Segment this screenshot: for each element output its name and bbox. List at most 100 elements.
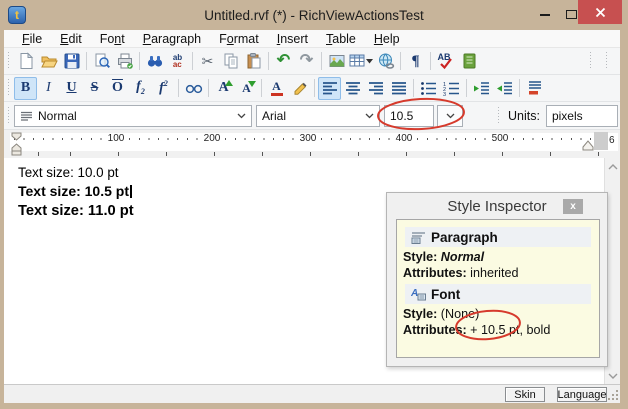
- language-button[interactable]: Language: [557, 387, 607, 402]
- menu-insert[interactable]: Insert: [269, 31, 316, 47]
- overline-icon: O: [112, 81, 123, 95]
- menu-paragraph[interactable]: Paragraph: [135, 31, 209, 47]
- bullet-list-button[interactable]: [417, 77, 440, 100]
- style-combo[interactable]: Normal: [14, 105, 252, 127]
- spell-check-button[interactable]: AB: [434, 50, 457, 73]
- decrease-indent-button[interactable]: [470, 77, 493, 100]
- italic-button[interactable]: I: [37, 77, 60, 100]
- thesaurus-panel-icon: [460, 52, 478, 70]
- paragraph-color-button[interactable]: [523, 77, 546, 100]
- bold-button[interactable]: B: [14, 77, 37, 100]
- toolbar-grip[interactable]: [605, 52, 608, 70]
- toolbar-grip[interactable]: [497, 107, 500, 125]
- grow-font-button[interactable]: A: [212, 77, 235, 100]
- minimize-icon: [540, 14, 550, 16]
- paste-icon: [245, 52, 263, 70]
- title-bar[interactable]: t Untitled.rvf (*) - RichViewActionsTest: [0, 0, 628, 30]
- font-size-dropdown-button[interactable]: [437, 105, 463, 127]
- bullet-list-icon: [420, 81, 437, 96]
- paste-button[interactable]: [242, 50, 265, 73]
- hyperlink-button[interactable]: [374, 50, 397, 73]
- align-center-button[interactable]: [341, 77, 364, 100]
- doc-line-10pt: Text size: 10.0 pt: [18, 164, 604, 182]
- toolbar-separator: [86, 52, 87, 70]
- show-paragraph-marks-button[interactable]: ¶: [404, 50, 427, 73]
- close-icon: [595, 7, 606, 18]
- toolbar-separator: [314, 79, 315, 97]
- find-binoculars-icon: [146, 52, 164, 70]
- combo-dropdown-button[interactable]: [234, 108, 249, 124]
- copy-button[interactable]: [219, 50, 242, 73]
- toolbar-grip[interactable]: [7, 107, 10, 125]
- close-button[interactable]: [578, 0, 622, 24]
- left-indent-marker[interactable]: [10, 132, 24, 157]
- minimize-button[interactable]: [532, 0, 558, 24]
- redo-button[interactable]: ↷: [295, 50, 318, 73]
- subscript-button[interactable]: f2: [129, 77, 152, 100]
- toolbar-grip[interactable]: [7, 52, 10, 70]
- scroll-up-button[interactable]: [605, 158, 621, 175]
- font-size-input[interactable]: 10.5: [384, 105, 434, 127]
- open-button[interactable]: [37, 50, 60, 73]
- shrink-font-button[interactable]: A: [235, 77, 258, 100]
- text-caret: [130, 185, 132, 198]
- cut-scissors-icon: ✂: [202, 54, 214, 68]
- ruler[interactable]: 100 200 300 400 500 6: [4, 130, 620, 158]
- menu-file[interactable]: File: [14, 31, 50, 47]
- undo-button[interactable]: ↶: [272, 50, 295, 73]
- align-right-button[interactable]: [364, 77, 387, 100]
- font-attributes-row: Attributes: + 10.5 pt, bold: [403, 322, 597, 338]
- style-inspector-close-button[interactable]: x: [563, 199, 583, 214]
- increase-indent-button[interactable]: [493, 77, 516, 100]
- new-document-button[interactable]: [14, 50, 37, 73]
- replace-button[interactable]: abac: [166, 50, 189, 73]
- arrow-down-icon: [248, 81, 256, 88]
- scroll-down-button[interactable]: [605, 367, 621, 384]
- toolbar-grip[interactable]: [589, 52, 592, 70]
- print-preview-button[interactable]: [90, 50, 113, 73]
- print-button[interactable]: [113, 50, 136, 73]
- font-combo[interactable]: Arial: [256, 105, 380, 127]
- highlight-button[interactable]: [288, 77, 311, 100]
- strikethrough-icon: S: [91, 81, 99, 95]
- menu-format[interactable]: Format: [211, 31, 267, 47]
- chevron-down-icon: [446, 113, 455, 119]
- undo-icon: ↶: [277, 53, 290, 69]
- font-color-button[interactable]: A: [265, 77, 288, 100]
- arrow-up-icon: [225, 80, 233, 87]
- save-button[interactable]: [60, 50, 83, 73]
- underline-button[interactable]: U: [60, 77, 83, 100]
- strikethrough-button[interactable]: S: [83, 77, 106, 100]
- units-combo[interactable]: pixels: [546, 105, 618, 127]
- menu-edit[interactable]: Edit: [52, 31, 90, 47]
- hyperlink-globe-icon: [377, 52, 395, 70]
- align-left-button[interactable]: [318, 77, 341, 100]
- text-style-button[interactable]: [182, 77, 205, 100]
- insert-table-button[interactable]: [348, 50, 374, 73]
- toolbar-separator: [519, 79, 520, 97]
- paragraph-section-header: Paragraph: [405, 227, 591, 247]
- svg-text:3: 3: [443, 92, 446, 96]
- toolbar-grip[interactable]: [7, 79, 10, 97]
- panel-button[interactable]: [457, 50, 480, 73]
- chevron-down-icon: [365, 113, 374, 119]
- combo-dropdown-button[interactable]: [362, 108, 377, 124]
- superscript-button[interactable]: f2: [152, 77, 175, 100]
- align-justify-button[interactable]: [387, 77, 410, 100]
- overline-button[interactable]: O: [106, 77, 129, 100]
- resize-grip[interactable]: [606, 388, 620, 402]
- toolbar-separator: [466, 79, 467, 97]
- insert-picture-button[interactable]: [325, 50, 348, 73]
- menu-help[interactable]: Help: [366, 31, 408, 47]
- copy-icon: [222, 52, 240, 70]
- numbered-list-button[interactable]: 123: [440, 77, 463, 100]
- right-indent-marker[interactable]: [582, 132, 608, 152]
- find-button[interactable]: [143, 50, 166, 73]
- skin-button[interactable]: Skin: [505, 387, 545, 402]
- print-preview-icon: [93, 52, 111, 70]
- redo-icon: ↷: [300, 53, 313, 69]
- replace-icon: abac: [173, 54, 182, 68]
- menu-table[interactable]: Table: [318, 31, 364, 47]
- cut-button[interactable]: ✂: [196, 50, 219, 73]
- menu-font[interactable]: Font: [92, 31, 133, 47]
